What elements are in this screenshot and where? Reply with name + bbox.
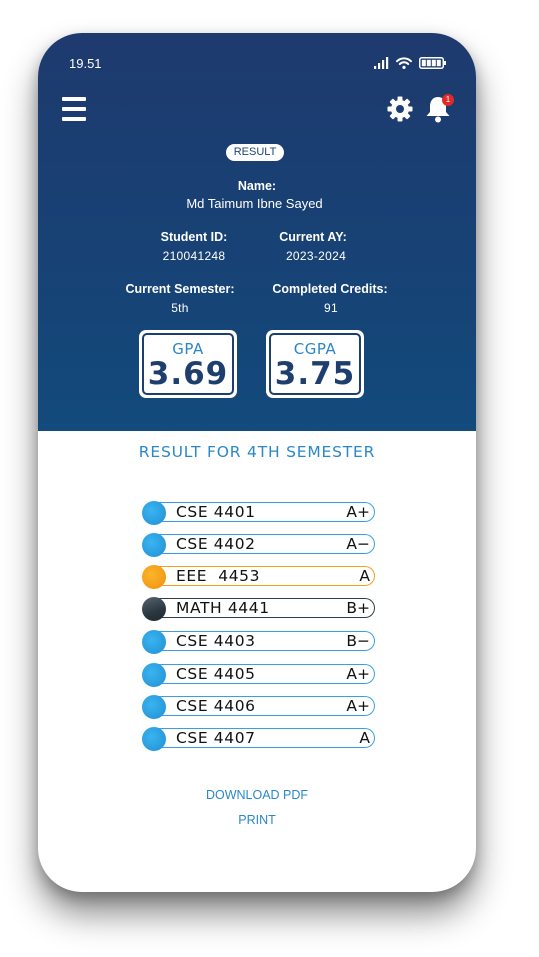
course-code: MATH 4441 [176,599,270,617]
course-grade: A+ [346,697,370,715]
course-row[interactable]: CSE 4406 A+ [142,695,376,719]
gear-icon[interactable] [387,96,413,122]
course-code: CSE 4403 [176,632,256,650]
course-code: CSE 4402 [176,535,256,553]
course-grade: B+ [346,599,370,617]
notification-badge: 1 [442,94,454,106]
course-row[interactable]: CSE 4401 A+ [142,501,376,525]
signal-icon [374,57,389,69]
course-code: CSE 4401 [176,503,256,521]
download-pdf-link[interactable]: DOWNLOAD PDF [38,788,476,802]
course-dot [142,695,166,719]
course-code: CSE 4407 [176,729,256,747]
semester-title: RESULT FOR 4TH SEMESTER [138,443,376,461]
course-row[interactable]: CSE 4405 A+ [142,663,376,687]
student-id-label: Student ID: [160,230,228,244]
current-ay-value: 2023-2024 [285,249,347,263]
result-pill: RESULT [226,144,284,161]
name-value: Md Taimum Ibne Sayed [186,196,323,211]
gpa-box: GPA 3.69 [139,330,237,398]
battery-icon [419,57,446,69]
result-header: 19.51 1 RESULT Name: Md Taimum Ibne Saye… [38,33,476,431]
menu-icon[interactable] [62,97,86,123]
status-icons [374,55,446,69]
course-dot [142,597,166,621]
course-row[interactable]: MATH 4441 B+ [142,597,376,621]
course-code: CSE 4405 [176,665,256,683]
course-grade: A+ [346,503,370,521]
gpa-value: 3.69 [147,356,229,392]
course-grade: B− [346,632,370,650]
wifi-icon [396,57,412,69]
current-semester-label: Current Semester: [125,282,235,296]
course-code: EEE 4453 [176,567,261,585]
course-dot [142,533,166,557]
course-dot [142,630,166,654]
course-grade: A [359,729,370,747]
name-label: Name: [237,179,277,193]
student-id-value: 210041248 [162,249,226,263]
course-row[interactable]: CSE 4402 A− [142,533,376,557]
course-dot [142,565,166,589]
course-row[interactable]: CSE 4407 A [142,727,376,751]
current-semester-value: 5th [171,301,189,315]
completed-credits-value: 91 [324,301,338,315]
course-dot [142,663,166,687]
course-grade: A+ [346,665,370,683]
status-time: 19.51 [69,56,102,71]
completed-credits-label: Completed Credits: [272,282,388,296]
course-grade: A [359,567,370,585]
course-row[interactable]: CSE 4403 B− [142,630,376,654]
cgpa-value: 3.75 [274,356,356,392]
current-ay-label: Current AY: [279,230,347,244]
course-dot [142,501,166,525]
course-dot [142,727,166,751]
print-link[interactable]: PRINT [38,813,476,827]
course-row[interactable]: EEE 4453 A [142,565,376,589]
course-grade: A− [346,535,370,553]
phone-frame: 19.51 1 RESULT Name: Md Taimum Ibne Saye… [38,33,476,892]
course-code: CSE 4406 [176,697,256,715]
cgpa-box: CGPA 3.75 [266,330,364,398]
